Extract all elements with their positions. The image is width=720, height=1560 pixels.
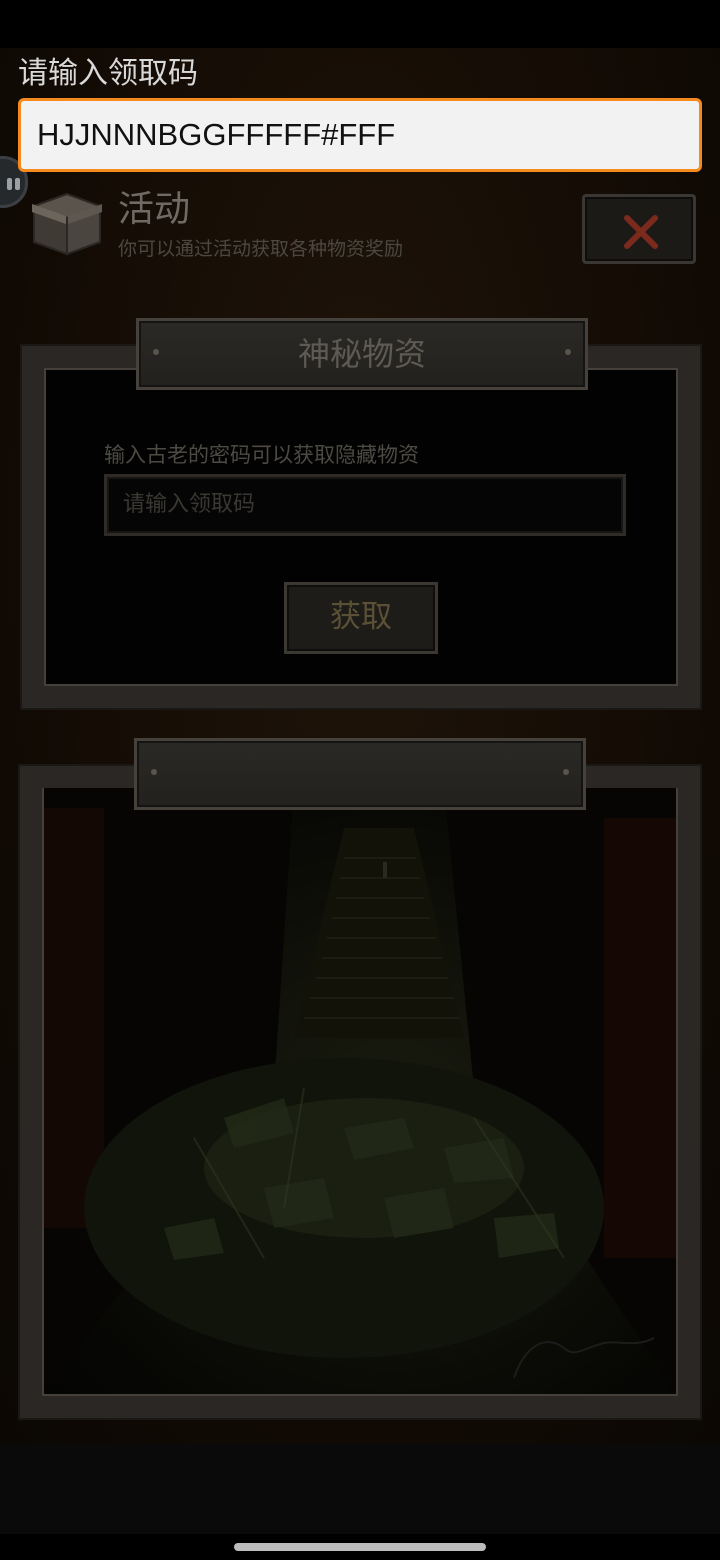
ime-text-input[interactable]: HJJNNNBGGFFFFF#FFF — [18, 98, 702, 172]
screen: 活动 你可以通过活动获取各种物资奖励 神秘物资 输入古老的密码可以获取隐藏物资 … — [0, 0, 720, 1560]
dungeon-stairs-image — [44, 788, 676, 1394]
code-hint-text: 输入古老的密码可以获取隐藏物资 — [104, 443, 419, 467]
close-icon — [624, 215, 658, 249]
rivet-decoration — [563, 769, 569, 775]
mystery-supplies-plaque: 神秘物资 — [136, 318, 588, 390]
page-title: 活动 — [118, 189, 191, 230]
status-bar — [0, 0, 720, 48]
handle-dot — [7, 178, 12, 190]
home-indicator[interactable] — [234, 1543, 486, 1551]
scene-plaque — [134, 738, 586, 810]
bottom-blank-area — [0, 1444, 720, 1534]
page-subtitle: 你可以通过活动获取各种物资奖励 — [118, 238, 404, 260]
close-button[interactable] — [582, 194, 696, 264]
handle-dot — [15, 178, 20, 190]
rivet-decoration — [151, 769, 157, 775]
get-button[interactable]: 获取 — [284, 582, 438, 654]
mystery-supplies-title: 神秘物资 — [297, 335, 426, 373]
box-icon — [30, 188, 104, 258]
redeem-code-input[interactable]: 请输入领取码 — [104, 474, 626, 536]
ime-prompt-label: 请输入领取码 — [18, 56, 198, 91]
